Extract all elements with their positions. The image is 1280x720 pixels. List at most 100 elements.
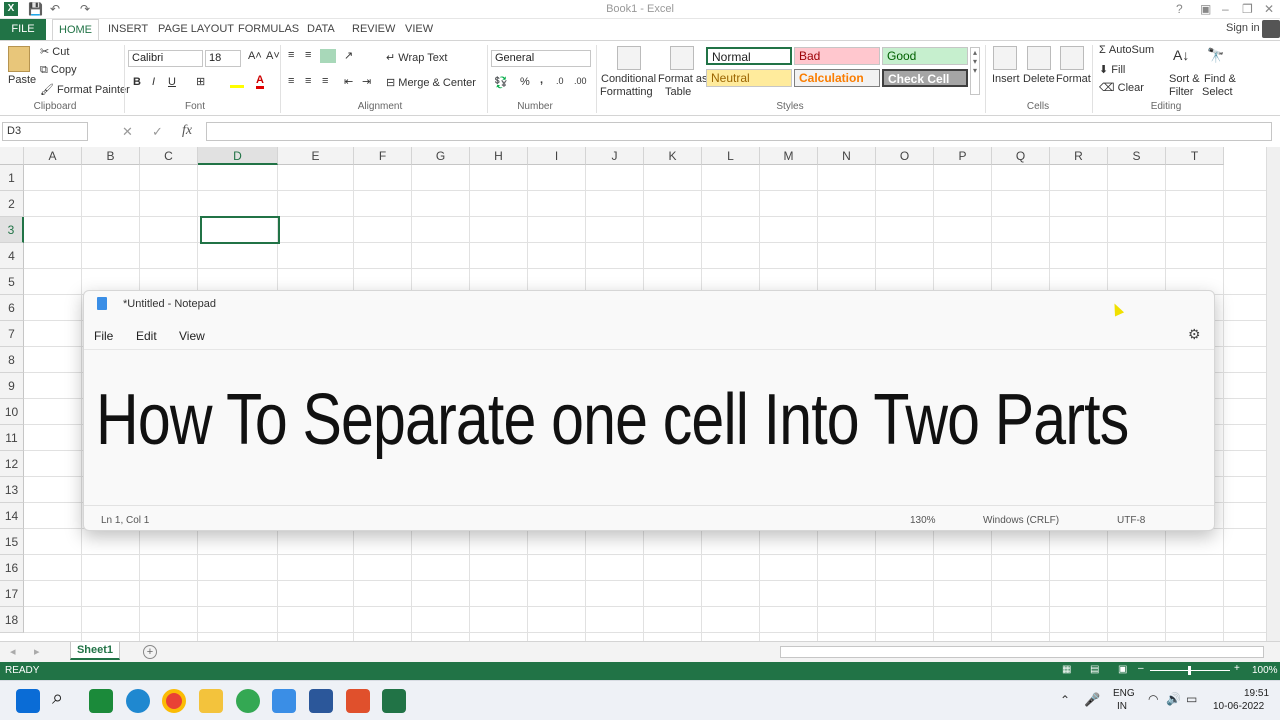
format-cells-icon[interactable] — [1060, 46, 1084, 70]
column-header-j[interactable]: J — [586, 147, 644, 165]
chrome-profile-icon[interactable] — [236, 689, 260, 713]
row-header-14[interactable]: 14 — [0, 503, 24, 529]
underline-button[interactable]: U — [168, 76, 176, 88]
row-header-2[interactable]: 2 — [0, 191, 24, 217]
comma-button[interactable]: , — [540, 74, 543, 86]
column-header-f[interactable]: F — [354, 147, 412, 165]
column-header-d[interactable]: D — [198, 147, 278, 165]
sign-in-link[interactable]: Sign in — [1226, 22, 1260, 34]
tab-file[interactable]: FILE — [0, 19, 46, 40]
font-name-select[interactable]: Calibri — [128, 50, 203, 67]
zoom-slider-thumb[interactable] — [1188, 666, 1191, 675]
scroll-sheets-left-icon[interactable]: ◂ — [10, 645, 16, 658]
percent-button[interactable]: % — [520, 76, 530, 88]
notepad-menu-file[interactable]: File — [94, 329, 113, 343]
middle-align-icon[interactable]: ≡ — [305, 49, 311, 61]
battery-icon[interactable]: ▭ — [1186, 692, 1197, 706]
column-header-i[interactable]: I — [528, 147, 586, 165]
excel-taskbar-icon[interactable] — [382, 689, 406, 713]
column-header-l[interactable]: L — [702, 147, 760, 165]
speaker-icon[interactable]: 🔊 — [1166, 692, 1181, 706]
page-break-view-icon[interactable]: ▣ — [1118, 664, 1127, 675]
find-select-label1[interactable]: Find & — [1204, 73, 1236, 85]
conditional-formatting-label2[interactable]: Formatting — [600, 86, 653, 98]
formula-input[interactable] — [206, 122, 1272, 141]
row-header-5[interactable]: 5 — [0, 269, 24, 295]
page-layout-view-icon[interactable]: ▤ — [1090, 664, 1099, 675]
column-header-n[interactable]: N — [818, 147, 876, 165]
paste-button[interactable]: Paste — [8, 74, 36, 86]
top-align-icon[interactable]: ≡ — [288, 49, 294, 61]
row-header-12[interactable]: 12 — [0, 451, 24, 477]
format-button[interactable]: Format — [1056, 73, 1091, 85]
language-region[interactable]: IN — [1117, 701, 1127, 712]
column-header-b[interactable]: B — [82, 147, 140, 165]
number-format-select[interactable]: General — [491, 50, 591, 67]
notepad-menu-view[interactable]: View — [179, 329, 205, 343]
align-center-icon[interactable]: ≡ — [305, 75, 311, 87]
language-indicator[interactable]: ENG — [1113, 688, 1135, 699]
recorder-app-icon[interactable] — [346, 689, 370, 713]
enter-icon[interactable]: ✓ — [152, 124, 163, 140]
bottom-align-icon[interactable] — [320, 49, 336, 63]
chevron-up-icon[interactable]: ⌃ — [1060, 693, 1070, 707]
row-header-6[interactable]: 6 — [0, 295, 24, 321]
clock-time[interactable]: 19:51 — [1244, 688, 1269, 699]
normal-view-icon[interactable]: ▦ — [1062, 664, 1071, 675]
shrink-font-icon[interactable]: A˅ — [266, 50, 280, 62]
camtasia-app-icon[interactable] — [89, 689, 113, 713]
increase-indent-icon[interactable]: ⇥ — [362, 75, 371, 88]
row-header-4[interactable]: 4 — [0, 243, 24, 269]
style-good[interactable]: Good — [882, 47, 968, 65]
style-neutral[interactable]: Neutral — [706, 69, 792, 87]
row-header-10[interactable]: 10 — [0, 399, 24, 425]
scroll-sheets-right-icon[interactable]: ▸ — [34, 645, 40, 658]
delete-button[interactable]: Delete — [1023, 73, 1055, 85]
minimize-icon[interactable]: – — [1222, 2, 1229, 16]
clock-date[interactable]: 10-06-2022 — [1213, 701, 1264, 712]
insert-button[interactable]: Insert — [992, 73, 1020, 85]
column-header-e[interactable]: E — [278, 147, 354, 165]
help-icon[interactable]: ? — [1176, 2, 1183, 16]
chrome-browser-icon[interactable] — [162, 689, 186, 713]
column-header-a[interactable]: A — [24, 147, 82, 165]
tab-page-layout[interactable]: PAGE LAYOUT — [152, 19, 240, 40]
sort-filter-icon[interactable]: A↓ — [1173, 47, 1189, 63]
avatar[interactable] — [1262, 20, 1280, 38]
italic-button[interactable]: I — [152, 76, 155, 88]
row-header-15[interactable]: 15 — [0, 529, 24, 555]
grow-font-icon[interactable]: A˄ — [248, 50, 262, 62]
align-right-icon[interactable]: ≡ — [322, 75, 328, 87]
column-header-r[interactable]: R — [1050, 147, 1108, 165]
style-bad[interactable]: Bad — [794, 47, 880, 65]
name-box[interactable]: D3 — [2, 122, 88, 141]
style-calculation[interactable]: Calculation — [794, 69, 880, 87]
bold-button[interactable]: B — [133, 76, 141, 88]
row-header-17[interactable]: 17 — [0, 581, 24, 607]
tab-data[interactable]: DATA — [301, 19, 341, 40]
conditional-formatting-label1[interactable]: Conditional — [601, 73, 656, 85]
settings-gear-icon[interactable]: ⚙ — [1188, 326, 1201, 343]
wrap-text-button[interactable]: ↵ Wrap Text — [386, 51, 447, 64]
column-header-q[interactable]: Q — [992, 147, 1050, 165]
find-select-label2[interactable]: Select — [1202, 86, 1233, 98]
file-explorer-icon[interactable] — [199, 689, 223, 713]
font-size-select[interactable]: 18 — [205, 50, 241, 67]
row-header-7[interactable]: 7 — [0, 321, 24, 347]
borders-icon[interactable]: ⊞ — [196, 75, 205, 88]
fill-color-icon[interactable] — [230, 76, 244, 88]
style-normal[interactable]: Normal — [706, 47, 792, 65]
sort-filter-label2[interactable]: Filter — [1169, 86, 1193, 98]
tab-view[interactable]: VIEW — [399, 19, 439, 40]
column-header-s[interactable]: S — [1108, 147, 1166, 165]
vertical-scrollbar[interactable] — [1266, 147, 1280, 641]
style-check-cell[interactable]: Check Cell — [882, 69, 968, 87]
tab-formulas[interactable]: FORMULAS — [232, 19, 305, 40]
decrease-decimal-icon[interactable]: .00 — [574, 76, 587, 86]
row-header-18[interactable]: 18 — [0, 607, 24, 633]
windows-start-icon[interactable] — [16, 689, 40, 713]
format-as-table-label1[interactable]: Format as — [658, 73, 708, 85]
orientation-icon[interactable]: ↗ — [344, 49, 353, 62]
notepad-text-area[interactable]: How To Separate one cell Into Two Parts — [96, 379, 1129, 461]
font-color-icon[interactable]: A — [256, 74, 264, 89]
